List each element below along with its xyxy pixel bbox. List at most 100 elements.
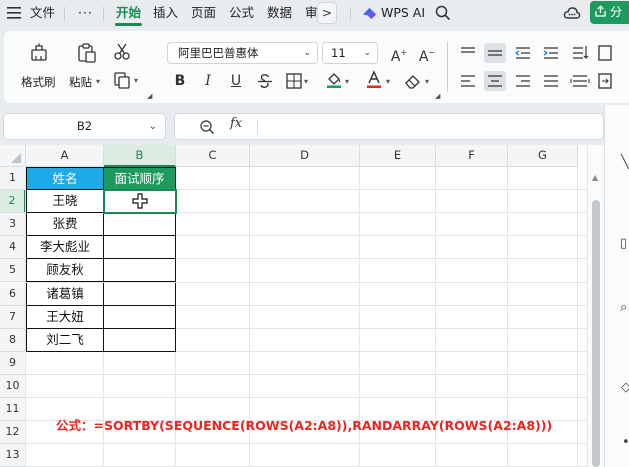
column-header-b[interactable]: B — [104, 145, 176, 167]
align-right-icon[interactable] — [512, 71, 534, 91]
indent-increase-icon[interactable] — [540, 43, 562, 63]
grow-font-button[interactable]: A+ — [390, 44, 408, 65]
name-cell[interactable]: 李大彪业 — [26, 236, 104, 260]
more-tabs-button[interactable]: > — [317, 2, 337, 24]
clipboard-launcher-icon[interactable]: ◢ — [147, 92, 152, 100]
distributed-align-icon[interactable] — [569, 71, 591, 91]
indent-decrease-icon[interactable] — [512, 43, 534, 63]
row-header-5[interactable]: 5 — [0, 259, 26, 283]
cell-a1-header[interactable]: 姓名 — [26, 167, 104, 191]
bold-button[interactable]: B — [171, 72, 189, 90]
order-cell[interactable] — [104, 236, 176, 260]
name-cell[interactable]: 顾友秋 — [26, 259, 104, 283]
wrap-text-icon[interactable] — [596, 43, 618, 63]
row-header-8[interactable]: 8 — [0, 328, 26, 352]
row-header-9[interactable]: 9 — [0, 351, 26, 375]
row-header-7[interactable]: 7 — [0, 305, 26, 329]
cloud-sync-icon[interactable] — [563, 4, 581, 22]
row-header-2[interactable]: 2 — [0, 190, 26, 214]
paste-dropdown-icon[interactable]: ▾ — [96, 77, 100, 86]
copy-dropdown-icon[interactable]: ▾ — [134, 76, 138, 85]
scrollbar-thumb[interactable] — [592, 200, 600, 467]
column-header-f[interactable]: F — [436, 145, 508, 167]
sheet-grid[interactable]: ABCDEFG 1 2 3 4 5 6 7 8 9 10 11 12 13 姓名 面试顺序 王晓 张费 李大… — [0, 145, 587, 467]
eraser-icon[interactable] — [404, 72, 422, 90]
row-header-1[interactable]: 1 — [0, 167, 26, 191]
menu-file[interactable]: 文件 — [30, 0, 55, 27]
format-painter-icon[interactable] — [28, 42, 50, 64]
name-cell[interactable]: 王晓 — [26, 190, 104, 214]
font-size-select[interactable]: 11 ⌄ — [322, 42, 378, 64]
name-cell[interactable]: 诸葛镇 — [26, 282, 104, 306]
copy-icon[interactable] — [113, 71, 131, 89]
panel-tool-icon[interactable]: ╲ — [621, 155, 629, 170]
tab-insert[interactable]: 插入 — [153, 0, 178, 27]
border-icon[interactable] — [285, 72, 303, 90]
merge-cells-icon[interactable] — [596, 71, 618, 91]
strikethrough-icon[interactable] — [256, 72, 274, 90]
name-cell[interactable]: 张费 — [26, 213, 104, 237]
tab-formula[interactable]: 公式 — [229, 0, 254, 27]
font-launcher-icon[interactable]: ◢ — [435, 92, 440, 100]
wps-ai-button[interactable]: WPS AI — [381, 0, 425, 27]
align-left-icon[interactable] — [457, 71, 479, 91]
column-header-g[interactable]: G — [508, 145, 578, 167]
row-header-11[interactable]: 11 — [0, 398, 26, 422]
column-header-c[interactable]: C — [176, 145, 250, 167]
cut-icon[interactable] — [113, 43, 131, 61]
cell-b1-header[interactable]: 面试顺序 — [104, 167, 176, 191]
border-dropdown-icon[interactable]: ▾ — [304, 77, 308, 86]
name-cell[interactable]: 王大妞 — [26, 305, 104, 329]
zoom-icon[interactable] — [199, 119, 215, 135]
fill-color-dropdown-icon[interactable]: ▾ — [345, 77, 349, 86]
text-direction-icon[interactable] — [569, 43, 591, 63]
paste-icon[interactable] — [76, 42, 98, 64]
font-color-dropdown-icon[interactable]: ▾ — [386, 77, 390, 86]
row-header-6[interactable]: 6 — [0, 282, 26, 306]
select-all-corner[interactable] — [0, 145, 26, 167]
menu-more[interactable]: ··· — [78, 0, 93, 27]
italic-button[interactable]: I — [199, 72, 217, 90]
column-header-a[interactable]: A — [26, 145, 104, 167]
underline-button[interactable]: U — [227, 72, 245, 90]
row-header-13[interactable]: 13 — [0, 444, 26, 467]
shrink-font-button[interactable]: A− — [418, 44, 436, 65]
order-cell[interactable] — [104, 328, 176, 352]
align-center-icon[interactable] — [484, 71, 506, 91]
share-button[interactable]: 分 — [590, 1, 629, 24]
function-icon[interactable]: fx — [230, 116, 242, 131]
order-cell[interactable] — [104, 213, 176, 237]
order-cell[interactable] — [104, 259, 176, 283]
clear-dropdown-icon[interactable]: ▾ — [425, 77, 429, 86]
paste-label[interactable]: 粘贴 — [69, 74, 92, 90]
order-cell[interactable] — [104, 305, 176, 329]
chevron-down-icon[interactable]: ⌄ — [149, 114, 157, 139]
search-icon[interactable] — [435, 5, 451, 21]
tab-page[interactable]: 页面 — [191, 0, 216, 27]
vertical-scrollbar[interactable]: ▲ — [587, 145, 604, 467]
scroll-up-icon[interactable]: ▲ — [592, 173, 598, 182]
font-family-select[interactable]: 阿里巴巴普惠体 ⌄ — [167, 42, 318, 64]
panel-tool-icon[interactable]: • — [622, 435, 629, 450]
name-cell[interactable]: 刘二飞 — [26, 328, 104, 352]
align-justify-icon[interactable] — [540, 71, 562, 91]
hamburger-menu-icon[interactable] — [7, 7, 21, 19]
panel-tool-icon[interactable]: ◇ — [621, 380, 629, 395]
font-color-icon[interactable] — [365, 70, 383, 88]
panel-tool-icon[interactable]: ▯ — [620, 236, 627, 251]
column-header-e[interactable]: E — [360, 145, 436, 167]
row-header-4[interactable]: 4 — [0, 236, 26, 260]
panel-tool-icon[interactable]: ⌕ — [620, 300, 627, 315]
fill-color-icon[interactable] — [325, 70, 343, 88]
row-header-12[interactable]: 12 — [0, 421, 26, 445]
align-middle-icon[interactable] — [484, 43, 506, 63]
row-header-3[interactable]: 3 — [0, 213, 26, 237]
order-cell[interactable] — [104, 282, 176, 306]
name-box[interactable]: B2 ⌄ — [3, 113, 166, 140]
column-header-d[interactable]: D — [250, 145, 360, 167]
tab-review[interactable]: 审 — [305, 0, 318, 27]
tab-data[interactable]: 数据 — [267, 0, 292, 27]
formula-bar[interactable]: fx — [174, 113, 604, 140]
format-painter-label[interactable]: 格式刷 — [21, 74, 56, 90]
align-top-icon[interactable] — [457, 43, 479, 63]
